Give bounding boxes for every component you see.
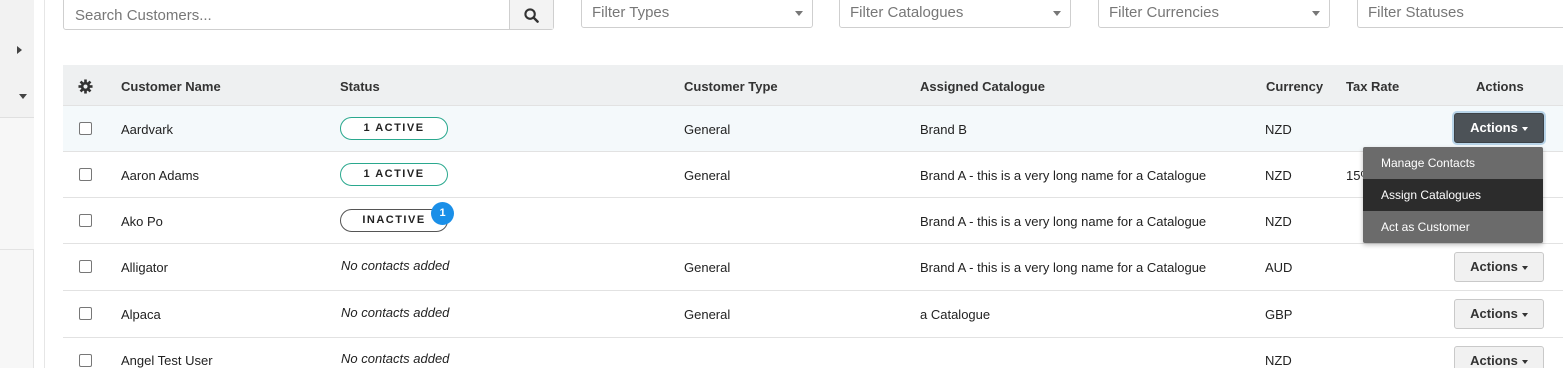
customer-type: General (684, 122, 731, 137)
column-header-name[interactable]: Customer Name (121, 79, 221, 94)
customer-name[interactable]: Angel Test User (121, 353, 213, 368)
actions-label: Actions (1470, 353, 1518, 368)
row-checkbox[interactable] (79, 354, 92, 367)
caret-down-icon (795, 11, 803, 16)
assigned-catalogue: Brand A - this is a very long name for a… (920, 168, 1207, 183)
currency: GBP (1265, 307, 1293, 322)
filter-types-label: Filter Types (592, 4, 670, 21)
divider (44, 0, 45, 368)
currency: NZD (1265, 214, 1292, 229)
currency: NZD (1265, 353, 1292, 368)
table-row[interactable]: Angel Test User No contacts added NZD Ac… (63, 338, 1563, 368)
assigned-catalogue: Brand A - this is a very long name for a… (920, 260, 1207, 275)
assigned-catalogue: a Catalogue (920, 307, 991, 322)
actions-label: Actions (1470, 120, 1518, 135)
caret-down-icon (1312, 11, 1320, 16)
expand-arrow-icon[interactable] (17, 46, 22, 54)
customer-name[interactable]: Alligator (121, 260, 168, 275)
column-header-actions: Actions (1476, 79, 1524, 94)
actions-button[interactable]: Actions (1454, 346, 1544, 368)
menu-item-manage-contacts[interactable]: Manage Contacts (1363, 147, 1543, 179)
filter-catalogues-label: Filter Catalogues (850, 4, 964, 21)
customer-name[interactable]: Aaron Adams (121, 168, 199, 183)
filter-catalogues-select[interactable]: Filter Catalogues (839, 0, 1071, 28)
row-checkbox[interactable] (79, 307, 92, 320)
column-header-tax[interactable]: Tax Rate (1346, 79, 1399, 94)
assigned-catalogue: Brand B (920, 122, 967, 137)
sidebar-section (0, 0, 34, 118)
caret-down-icon (1521, 312, 1528, 317)
menu-item-assign-catalogues[interactable]: Assign Catalogues (1363, 179, 1543, 211)
actions-button[interactable]: Actions (1454, 299, 1544, 329)
filter-statuses-select[interactable]: Filter Statuses (1357, 0, 1563, 28)
table-row[interactable]: Alligator No contacts added General Bran… (63, 244, 1563, 291)
collapse-arrow-icon[interactable] (19, 94, 27, 99)
table-header: Customer Name Status Customer Type Assig… (63, 65, 1563, 106)
column-header-status[interactable]: Status (340, 79, 380, 94)
notification-count-badge: 1 (431, 202, 454, 225)
customer-type: General (684, 260, 731, 275)
status-text: No contacts added (341, 351, 450, 366)
filter-statuses-label: Filter Statuses (1368, 4, 1464, 21)
column-header-catalogue[interactable]: Assigned Catalogue (920, 79, 1045, 94)
customer-name[interactable]: Ako Po (121, 214, 163, 229)
caret-down-icon (1521, 126, 1528, 131)
gear-icon[interactable] (78, 79, 93, 94)
status-text: No contacts added (341, 258, 450, 273)
search-input[interactable] (64, 0, 511, 29)
currency: NZD (1265, 168, 1292, 183)
table-row[interactable]: Aardvark 1 ACTIVE General Brand B NZD Ac… (63, 106, 1563, 152)
actions-dropdown-menu: Manage Contacts Assign Catalogues Act as… (1363, 147, 1543, 243)
status-badge[interactable]: 1 ACTIVE (340, 163, 448, 186)
row-checkbox[interactable] (79, 168, 92, 181)
currency: NZD (1265, 122, 1292, 137)
search-icon (524, 7, 539, 23)
caret-down-icon (1521, 359, 1528, 364)
table-row[interactable]: Aaron Adams 1 ACTIVE General Brand A - t… (63, 152, 1563, 198)
filter-currencies-label: Filter Currencies (1109, 4, 1220, 21)
actions-button[interactable]: Actions (1454, 252, 1544, 282)
sidebar-section (0, 118, 34, 250)
search-button[interactable] (509, 0, 553, 29)
row-checkbox[interactable] (79, 214, 92, 227)
sidebar (0, 0, 34, 368)
filter-currencies-select[interactable]: Filter Currencies (1098, 0, 1330, 28)
customer-type: General (684, 168, 731, 183)
actions-label: Actions (1470, 306, 1518, 321)
status-text: No contacts added (341, 305, 450, 320)
menu-item-act-as-customer[interactable]: Act as Customer (1363, 211, 1543, 243)
customer-name[interactable]: Alpaca (121, 307, 161, 322)
column-header-currency[interactable]: Currency (1266, 79, 1323, 94)
actions-button[interactable]: Actions (1454, 113, 1544, 143)
customer-name[interactable]: Aardvark (121, 122, 173, 137)
actions-label: Actions (1470, 259, 1518, 274)
row-checkbox[interactable] (79, 260, 92, 273)
caret-down-icon (1521, 265, 1528, 270)
caret-down-icon (1053, 11, 1061, 16)
search-box (63, 0, 554, 30)
currency: AUD (1265, 260, 1293, 275)
filter-types-select[interactable]: Filter Types (581, 0, 813, 28)
status-badge[interactable]: 1 ACTIVE (340, 117, 448, 140)
table-row[interactable]: Ako Po INACTIVE 1 Brand A - this is a ve… (63, 198, 1563, 244)
column-header-type[interactable]: Customer Type (684, 79, 778, 94)
row-checkbox[interactable] (79, 122, 92, 135)
customer-type: General (684, 307, 731, 322)
table-row[interactable]: Alpaca No contacts added General a Catal… (63, 291, 1563, 338)
assigned-catalogue: Brand A - this is a very long name for a… (920, 214, 1207, 229)
